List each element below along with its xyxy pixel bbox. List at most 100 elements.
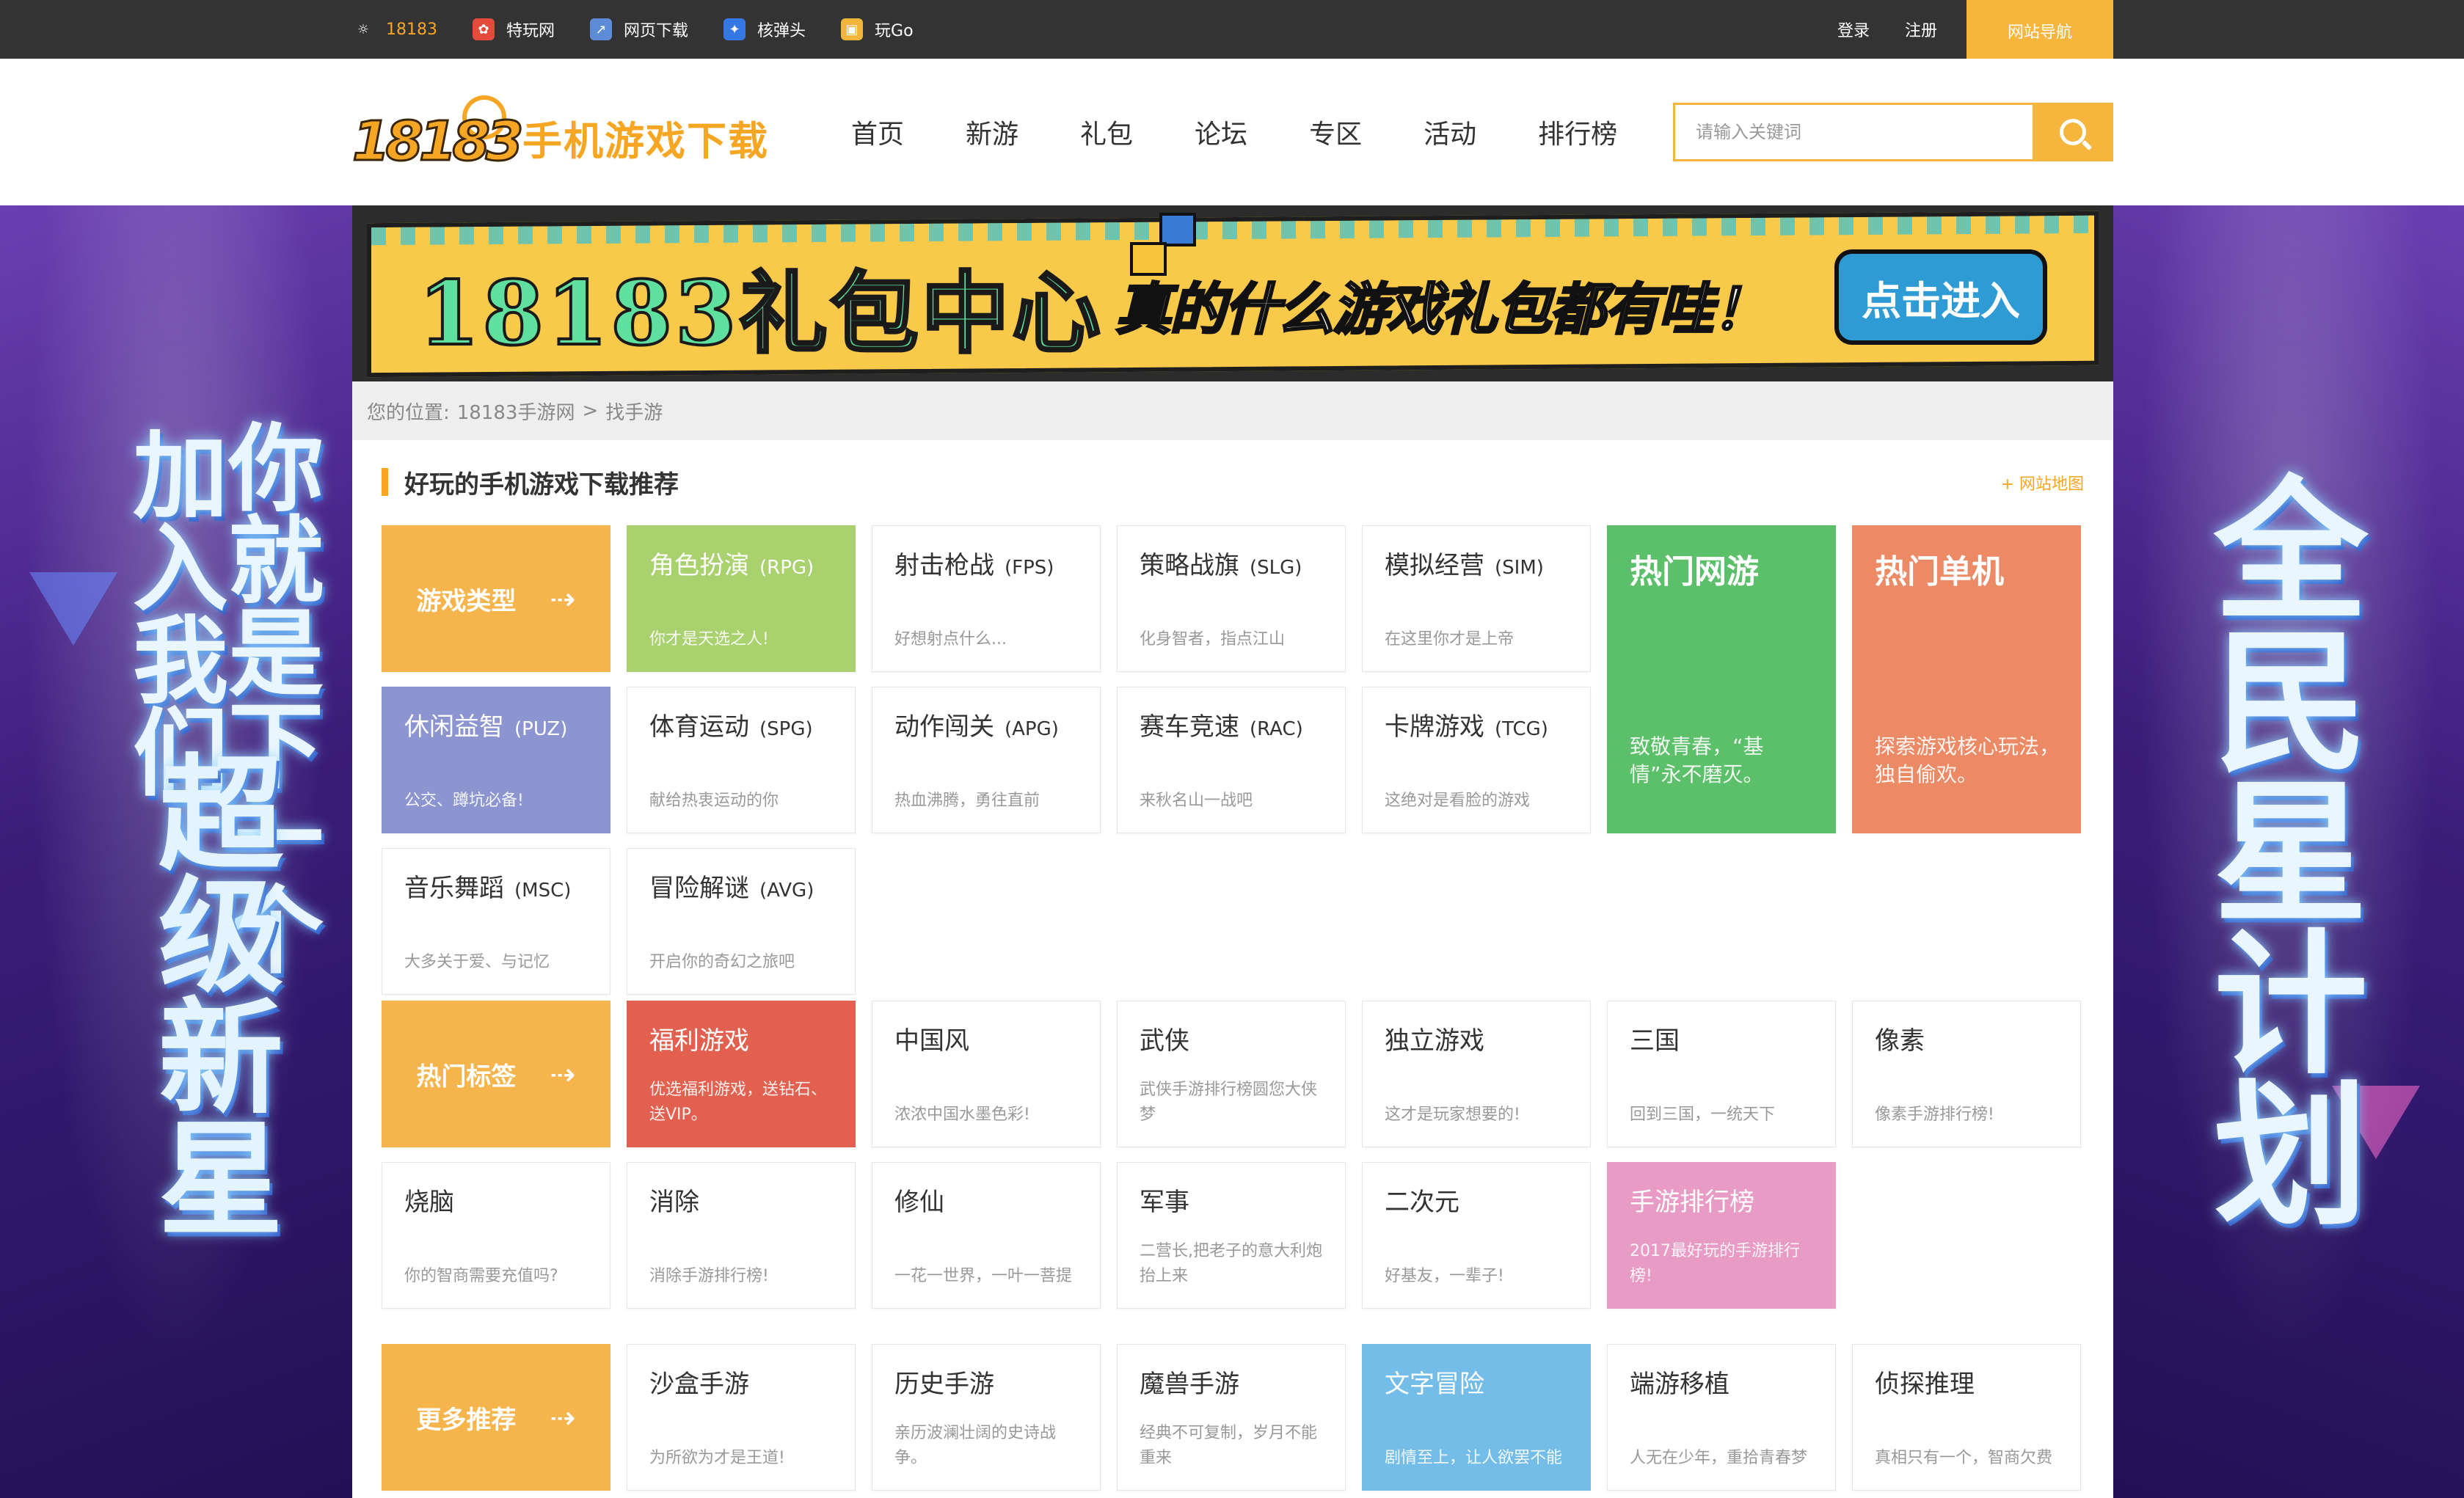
tile-abbr: (TCG) <box>1495 718 1548 740</box>
breadcrumb-home-link[interactable]: 18183手游网 <box>457 398 575 425</box>
tile-desc: 经典不可复制，岁月不能重来 <box>1140 1424 1318 1467</box>
hot-tags-header[interactable]: 热门标签 ⇢ <box>382 1001 610 1147</box>
category-tile-apg[interactable]: 动作闯关 (APG) 热血沸腾，勇往直前 <box>872 687 1101 833</box>
banner-enter-button[interactable]: 点击进入 <box>1834 249 2047 345</box>
gift-center-banner[interactable]: 18183礼包中心 真的什么游戏礼包都有哇！ 点击进入 <box>352 205 2113 381</box>
category-tile-fps[interactable]: 射击枪战 (FPS) 好想射点什么... <box>872 525 1101 672</box>
tile-desc: 浓浓中国水墨色彩! <box>894 1106 1030 1124</box>
tile-desc: 热血沸腾，勇往直前 <box>894 792 1040 810</box>
more-tile-warcraft[interactable]: 魔兽手游 经典不可复制，岁月不能重来 <box>1117 1344 1346 1491</box>
more-tile-detective[interactable]: 侦探推理 真相只有一个，智商欠费 <box>1852 1344 2081 1491</box>
tile-abbr: (RPG) <box>759 557 814 579</box>
game-types-label: 游戏类型 <box>416 586 517 616</box>
tag-tile-match[interactable]: 消除 消除手游排行榜! <box>627 1162 856 1309</box>
partner-link-18183[interactable]: ☼ 18183 <box>352 18 437 40</box>
category-tile-tcg[interactable]: 卡牌游戏 (TCG) 这绝对是看脸的游戏 <box>1362 687 1591 833</box>
nav-forum[interactable]: 论坛 <box>1195 113 1247 151</box>
tile-desc: 开启你的奇幻之旅吧 <box>649 953 795 971</box>
category-tile-spg[interactable]: 体育运动 (SPG) 献给热衷运动的你 <box>627 687 856 833</box>
more-tile-text-adventure[interactable]: 文字冒险 剧情至上，让人欲罢不能 <box>1362 1344 1591 1491</box>
hot-online-tile[interactable]: 热门网游 致敬青春，“基情”永不磨灭。 <box>1607 525 1836 833</box>
tile-name: 历史手游 <box>894 1370 994 1399</box>
nav-gift-packs[interactable]: 礼包 <box>1080 113 1133 151</box>
tag-tile-xiuxian[interactable]: 修仙 一花一世界，一叶一菩提 <box>872 1162 1101 1309</box>
tag-tile-wuxia[interactable]: 武侠 武侠手游排行榜圆您大侠梦 <box>1117 1001 1346 1147</box>
tag-tile-military[interactable]: 军事 二营长,把老子的意大利炮抬上来 <box>1117 1162 1346 1309</box>
tag-tile-chinese-style[interactable]: 中国风 浓浓中国水墨色彩! <box>872 1001 1101 1147</box>
category-tile-rpg[interactable]: 角色扮演 (RPG) 你才是天选之人! <box>627 525 856 672</box>
arrow-right-icon: ⇢ <box>550 1399 576 1436</box>
tile-desc: 这才是玩家想要的! <box>1385 1106 1520 1124</box>
left-promo-background[interactable]: 你就是下一个 加入我们 超级新星 <box>0 205 352 1498</box>
tile-desc: 消除手游排行榜! <box>649 1267 769 1285</box>
logo-text: 18183 <box>351 109 524 175</box>
tile-name: 独立游戏 <box>1385 1026 1484 1056</box>
site-logo[interactable]: 18183 <box>351 95 525 175</box>
more-tile-pc-port[interactable]: 端游移植 人无在少年，重拾青春梦 <box>1607 1344 1836 1491</box>
category-tile-slg[interactable]: 策略战旗 (SLG) 化身智者，指点江山 <box>1117 525 1346 672</box>
nav-home[interactable]: 首页 <box>851 113 904 151</box>
breadcrumb-separator: > <box>582 400 599 422</box>
tile-desc: 好想射点什么... <box>894 630 1007 648</box>
tag-tile-welfare[interactable]: 福利游戏 优选福利游戏，送钻石、送VIP。 <box>627 1001 856 1147</box>
partner-link-wango[interactable]: ▣ 玩Go <box>841 18 914 41</box>
tag-tile-three-kingdoms[interactable]: 三国 回到三国，一统天下 <box>1607 1001 1836 1147</box>
banner-subtitle: 真的什么游戏礼包都有哇！ <box>1115 276 1770 343</box>
sitemap-link[interactable]: + 网站地图 <box>2001 471 2084 494</box>
nav-rankings[interactable]: 排行榜 <box>1538 113 1617 151</box>
more-header[interactable]: 更多推荐 ⇢ <box>382 1344 610 1491</box>
tile-name: 消除 <box>649 1188 699 1217</box>
category-tile-avg[interactable]: 冒险解谜 (AVG) 开启你的奇幻之旅吧 <box>627 848 856 995</box>
category-tile-sim[interactable]: 模拟经营 (SIM) 在这里你才是上帝 <box>1362 525 1591 672</box>
game-types-header[interactable]: 游戏类型 ⇢ <box>382 525 610 672</box>
partner-link-webpage-download[interactable]: ↗ 网页下载 <box>590 18 688 41</box>
main-nav: 首页 新游 礼包 论坛 专区 活动 排行榜 <box>851 59 1679 205</box>
tag-tile-indie[interactable]: 独立游戏 这才是玩家想要的! <box>1362 1001 1591 1147</box>
more-tile-sandbox[interactable]: 沙盒手游 为所欲为才是王道! <box>627 1344 856 1491</box>
tile-name: 冒险解谜 <box>649 874 749 903</box>
tag-tile-brain[interactable]: 烧脑 你的智商需要充值吗? <box>382 1162 610 1309</box>
partner-link-hedantou[interactable]: ✦ 核弹头 <box>723 18 806 41</box>
nav-events[interactable]: 活动 <box>1424 113 1476 151</box>
top-bar: ☼ 18183 ✿ 特玩网 ↗ 网页下载 ✦ 核弹头 ▣ 玩Go 登录 注册 网… <box>0 0 2464 78</box>
login-link[interactable]: 登录 <box>1837 18 1870 41</box>
tile-desc: 公交、蹲坑必备! <box>404 792 524 810</box>
tile-abbr: (FPS) <box>1005 557 1054 579</box>
section-header: 好玩的手机游戏下载推荐 <box>382 464 679 500</box>
category-tile-rac[interactable]: 赛车竞速 (RAC) 来秋名山一战吧 <box>1117 687 1346 833</box>
more-tile-history[interactable]: 历史手游 亲历波澜壮阔的史诗战争。 <box>872 1344 1101 1491</box>
category-tile-puz[interactable]: 休闲益智 (PUZ) 公交、蹲坑必备! <box>382 687 610 833</box>
right-promo-background[interactable]: 全民星计划 <box>2112 205 2464 1498</box>
tile-abbr: (AVG) <box>759 880 814 902</box>
partner-link-label: 网页下载 <box>624 22 689 40</box>
tile-abbr: (MSC) <box>514 880 572 902</box>
promo-text-left-2: 加入我们 <box>117 425 228 795</box>
user-links: 登录 注册 <box>1802 0 1937 59</box>
tile-name: 文字冒险 <box>1385 1370 1484 1399</box>
nav-new-games[interactable]: 新游 <box>966 113 1018 151</box>
hot-single-tile[interactable]: 热门单机 探索游戏核心玩法，独自偷欢。 <box>1852 525 2081 833</box>
category-tile-msc[interactable]: 音乐舞蹈 (MSC) 大多关于爱、与记忆 <box>382 848 610 995</box>
tile-desc: 探索游戏核心玩法，独自偷欢。 <box>1875 734 2060 786</box>
register-link[interactable]: 注册 <box>1905 18 1937 41</box>
tag-tile-rankings[interactable]: 手游排行榜 2017最好玩的手游排行榜! <box>1607 1162 1836 1309</box>
search-button[interactable] <box>2033 103 2113 161</box>
tile-desc: 优选福利游戏，送钻石、送VIP。 <box>649 1081 828 1124</box>
tile-name: 休闲益智 <box>404 712 504 742</box>
tile-desc: 献给热衷运动的你 <box>649 792 779 810</box>
tile-desc: 致敬青春，“基情”永不磨灭。 <box>1630 734 1764 786</box>
partner-link-tewan[interactable]: ✿ 特玩网 <box>473 18 555 41</box>
tile-name: 体育运动 <box>649 712 749 742</box>
search-icon <box>2060 119 2086 145</box>
tile-name: 侦探推理 <box>1875 1370 1975 1399</box>
search-input[interactable] <box>1673 103 2033 161</box>
tile-abbr: (PUZ) <box>514 718 568 740</box>
nav-zones[interactable]: 专区 <box>1309 113 1362 151</box>
triangle-decoration <box>29 572 117 646</box>
tile-desc: 来秋名山一战吧 <box>1140 792 1253 810</box>
tag-tile-anime[interactable]: 二次元 好基友，一辈子! <box>1362 1162 1591 1309</box>
tile-desc: 亲历波澜壮阔的史诗战争。 <box>894 1424 1057 1467</box>
tile-desc: 一花一世界，一叶一菩提 <box>894 1267 1073 1285</box>
webpage-download-icon: ↗ <box>590 18 613 40</box>
tag-tile-pixel[interactable]: 像素 像素手游排行榜! <box>1852 1001 2081 1147</box>
